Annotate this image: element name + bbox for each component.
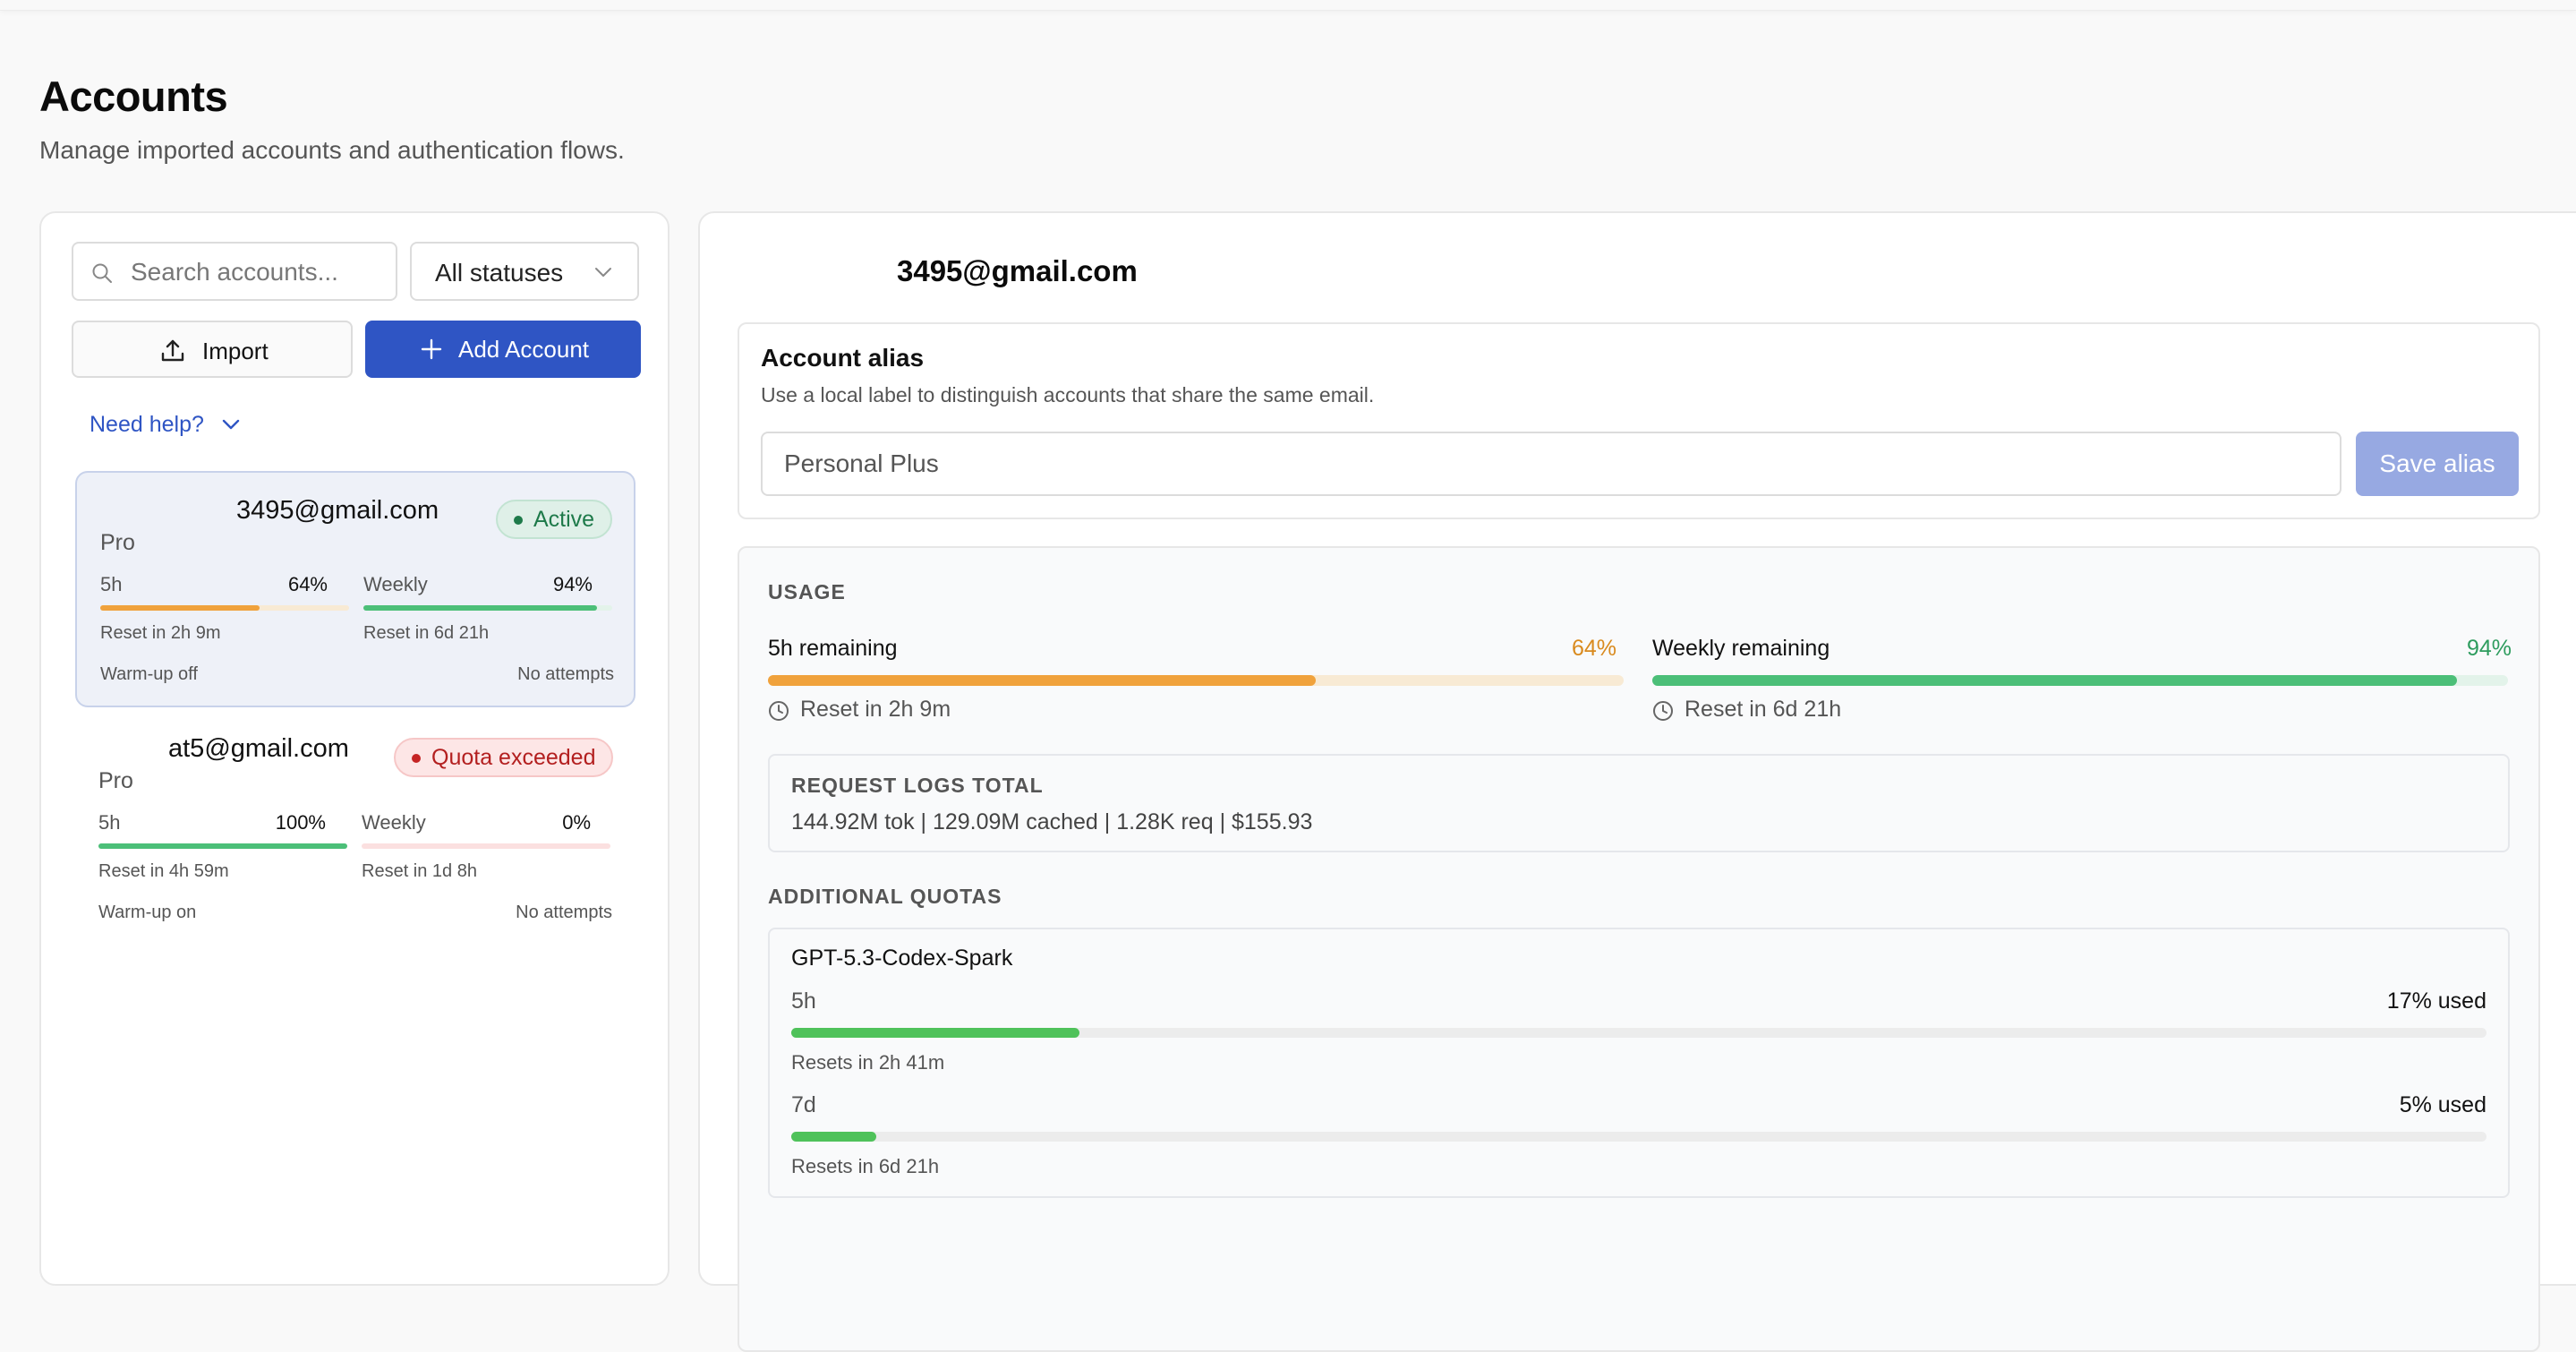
need-help-label: Need help? <box>90 412 204 437</box>
attempts-status: No attempts <box>517 664 614 684</box>
quota-7d-bar-fill <box>791 1132 876 1142</box>
alias-title: Account alias <box>761 344 925 372</box>
usage-5h-percent: 64% <box>287 573 328 595</box>
usage-weekly-reset-text: Reset in 6d 21h <box>1685 697 1842 722</box>
quota-5h-used: 17% used <box>2386 988 2486 1014</box>
quota-5h-bar-fill <box>791 1028 1079 1038</box>
usage-weekly-bar <box>362 843 610 849</box>
quota-5h-reset: Resets in 2h 41m <box>791 1051 945 1074</box>
alias-input[interactable] <box>761 432 2341 496</box>
search-icon <box>92 263 112 283</box>
usage-5h-bar-fill <box>98 843 347 849</box>
add-account-button[interactable]: Add Account <box>365 321 641 378</box>
detail-email: 3495@gmail.com <box>897 254 1138 287</box>
usage-5h-remaining-fill <box>768 675 1316 686</box>
accounts-list-panel: All statuses Import Add Account Need hel… <box>39 211 670 1286</box>
usage-5h-reset: Reset in 4h 59m <box>98 861 229 881</box>
status-filter-value: All statuses <box>435 259 564 287</box>
search-field[interactable] <box>72 242 397 301</box>
need-help-toggle[interactable]: Need help? <box>90 412 240 438</box>
usage-5h-bar-fill <box>100 605 260 611</box>
account-email: at5@gmail.com <box>168 734 349 763</box>
quota-5h-label: 5h <box>791 988 816 1014</box>
top-bar <box>0 0 2576 11</box>
quota-7d-bar <box>791 1132 2486 1142</box>
account-plan: Pro <box>98 768 133 793</box>
clock-icon <box>769 701 789 721</box>
quota-7d-used: 5% used <box>2399 1092 2486 1117</box>
usage-section: USAGE 5h remaining 64% Reset in 2h 9m We… <box>738 546 2540 1352</box>
status-badge: Active <box>496 500 613 539</box>
usage-weekly-remaining-label: Weekly remaining <box>1652 636 1830 661</box>
save-alias-button[interactable]: Save alias <box>2356 432 2519 496</box>
account-email: 3495@gmail.com <box>236 496 439 525</box>
usage-5h-percent: 100% <box>275 811 326 834</box>
usage-weekly-percent: 0% <box>562 811 591 834</box>
usage-weekly-remaining-bar <box>1652 675 2508 686</box>
usage-weekly-reset: Reset in 6d 21h <box>1652 697 2010 725</box>
status-badge-label: Quota exceeded <box>431 745 596 770</box>
clock-icon <box>1653 701 1673 721</box>
usage-5h-reset: Reset in 2h 9m <box>768 697 1126 725</box>
usage-weekly-bar-fill <box>363 605 598 611</box>
chevron-down-icon <box>222 419 240 430</box>
request-logs-card: REQUEST LOGS TOTAL 144.92M tok | 129.09M… <box>768 754 2510 852</box>
quota-model-name: GPT-5.3-Codex-Spark <box>791 946 1013 971</box>
account-card[interactable]: 3495@gmail.com Pro Active 5h 64% Reset i… <box>75 471 635 707</box>
status-dot <box>412 754 421 763</box>
chevron-down-icon <box>595 268 611 277</box>
usage-weekly-label: Weekly <box>362 811 426 834</box>
plus-icon <box>421 338 442 360</box>
attempts-status: No attempts <box>516 903 612 922</box>
alias-description: Use a local label to distinguish account… <box>761 383 1375 406</box>
usage-5h-bar <box>100 605 349 611</box>
upload-icon <box>161 339 184 362</box>
add-account-label: Add Account <box>458 336 589 363</box>
import-label: Import <box>202 338 269 364</box>
usage-weekly-remaining-fill <box>1652 675 2457 686</box>
usage-5h-remaining-bar <box>768 675 1624 686</box>
status-badge-label: Active <box>533 507 595 532</box>
usage-5h-remaining-percent: 64% <box>1571 636 1616 661</box>
quota-7d-label: 7d <box>791 1092 816 1117</box>
status-dot <box>514 516 523 525</box>
usage-weekly-reset: Reset in 6d 21h <box>363 623 490 643</box>
warmup-status: Warm-up off <box>100 664 198 684</box>
status-filter-select[interactable]: All statuses <box>410 242 639 301</box>
usage-5h-remaining-label: 5h remaining <box>768 636 898 661</box>
account-detail-panel: 3495@gmail.com Account alias Use a local… <box>698 211 2576 1352</box>
alias-section: Account alias Use a local label to disti… <box>738 322 2540 519</box>
status-badge: Quota exceeded <box>394 738 614 777</box>
quota-5h-bar <box>791 1028 2486 1038</box>
search-input[interactable] <box>131 252 390 292</box>
page-subtitle: Manage imported accounts and authenticat… <box>39 136 625 164</box>
additional-quota-card: GPT-5.3-Codex-Spark 5h 17% used Resets i… <box>768 928 2510 1198</box>
page-title: Accounts <box>39 73 228 120</box>
warmup-status: Warm-up on <box>98 903 197 922</box>
request-logs-value: 144.92M tok | 129.09M cached | 1.28K req… <box>791 809 1313 834</box>
usage-weekly-remaining-percent: 94% <box>2466 636 2512 661</box>
usage-weekly-percent: 94% <box>552 573 593 595</box>
usage-5h-label: 5h <box>98 811 121 834</box>
quota-7d-reset: Resets in 6d 21h <box>791 1155 940 1177</box>
usage-5h-label: 5h <box>100 573 123 595</box>
account-card[interactable]: at5@gmail.com Pro Quota exceeded 5h 100%… <box>75 711 635 947</box>
usage-weekly-bar <box>363 605 612 611</box>
usage-weekly-label: Weekly <box>363 573 428 595</box>
usage-section-label: USAGE <box>768 580 846 603</box>
request-logs-label: REQUEST LOGS TOTAL <box>791 774 1044 797</box>
import-button[interactable]: Import <box>72 321 353 378</box>
usage-5h-reset: Reset in 2h 9m <box>100 623 221 643</box>
usage-5h-bar <box>98 843 347 849</box>
additional-quotas-label: ADDITIONAL QUOTAS <box>768 885 1002 908</box>
usage-5h-reset-text: Reset in 2h 9m <box>800 697 951 722</box>
account-plan: Pro <box>100 530 135 555</box>
usage-weekly-reset: Reset in 1d 8h <box>362 861 477 881</box>
